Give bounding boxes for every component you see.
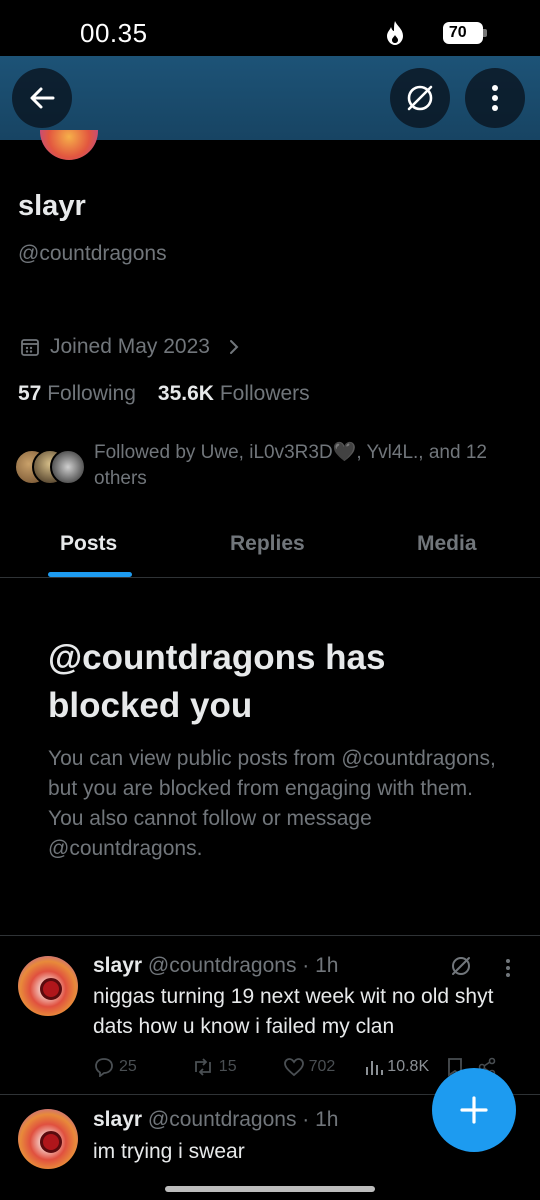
followed-by[interactable]: Followed by Uwe, iL0v3R3D🖤, Yvl4L., and …: [14, 440, 524, 492]
like-count: 702: [308, 1058, 336, 1075]
post-meta: @countdragons · 1h: [147, 954, 339, 977]
compose-button[interactable]: [432, 1068, 516, 1152]
repost-icon: [194, 1058, 211, 1076]
avatar: [50, 449, 86, 485]
like-button[interactable]: 702: [283, 1057, 336, 1077]
profile-avatar[interactable]: [40, 130, 98, 160]
avatar[interactable]: [18, 956, 78, 1016]
following-link[interactable]: 57 Following: [18, 382, 136, 406]
chevron-right-icon: [229, 340, 239, 354]
avatar[interactable]: [18, 1109, 78, 1169]
follow-stats: 57 Following 35.6K Followers: [18, 382, 310, 406]
blocked-description: You can view public posts from @countdra…: [48, 747, 496, 860]
reply-button[interactable]: 25: [93, 1057, 137, 1077]
profile-name: slayr: [18, 190, 86, 222]
reply-icon: [95, 1058, 113, 1077]
battery-level: 70: [448, 24, 467, 41]
plus-icon: [460, 1096, 488, 1124]
tab-media[interactable]: Media: [417, 532, 477, 556]
repost-count: 15: [218, 1058, 237, 1075]
tab-replies[interactable]: Replies: [230, 532, 305, 556]
followers-link[interactable]: 35.6K Followers: [158, 382, 310, 406]
more-options-button[interactable]: [465, 68, 525, 128]
joined-date[interactable]: Joined May 2023: [20, 335, 240, 359]
back-button[interactable]: [12, 68, 72, 128]
tab-posts[interactable]: Posts: [60, 532, 117, 556]
joined-label: Joined May 2023: [50, 335, 210, 358]
blocked-title: @countdragons has blocked you: [48, 638, 386, 725]
repost-button[interactable]: 15: [191, 1057, 237, 1077]
views-icon: [366, 1061, 384, 1075]
followed-by-avatars: [14, 449, 86, 489]
view-count: 10.8K: [387, 1058, 430, 1075]
profile-tabs: Posts Replies Media: [0, 510, 540, 578]
divider: [0, 935, 540, 936]
status-bar: 00.35 70: [0, 0, 540, 56]
followed-by-text: Followed by Uwe, iL0v3R3D🖤, Yvl4L., and …: [94, 442, 487, 489]
unfollow-status-button[interactable]: [390, 68, 450, 128]
reply-count: 25: [119, 1058, 137, 1075]
status-time: 00.35: [80, 18, 148, 48]
post-author[interactable]: slayr: [93, 954, 142, 977]
views-button[interactable]: 10.8K: [365, 1058, 429, 1076]
post-header: slayr @countdragons · 1h: [93, 1108, 339, 1132]
heart-icon: [283, 1058, 304, 1077]
flame-icon: [387, 21, 403, 45]
home-indicator[interactable]: [165, 1186, 375, 1192]
more-vertical-icon[interactable]: [504, 958, 512, 978]
post-author[interactable]: slayr: [93, 1108, 142, 1131]
active-tab-indicator: [48, 572, 132, 577]
unfollow-icon: [407, 85, 433, 111]
calendar-icon: [21, 339, 39, 356]
arrow-left-icon: [30, 87, 55, 109]
more-vertical-icon: [492, 85, 498, 111]
unfollow-icon: [452, 957, 470, 975]
profile-banner: [0, 56, 540, 140]
battery-icon: 70: [443, 22, 487, 44]
post-header: slayr @countdragons · 1h: [93, 954, 339, 978]
post-text: niggas turning 19 next week wit no old s…: [93, 985, 494, 1038]
post-meta: @countdragons · 1h: [147, 1108, 339, 1131]
post-actions: 25 15 702 10.8K: [93, 1057, 497, 1077]
profile-handle: @countdragons: [18, 242, 167, 265]
